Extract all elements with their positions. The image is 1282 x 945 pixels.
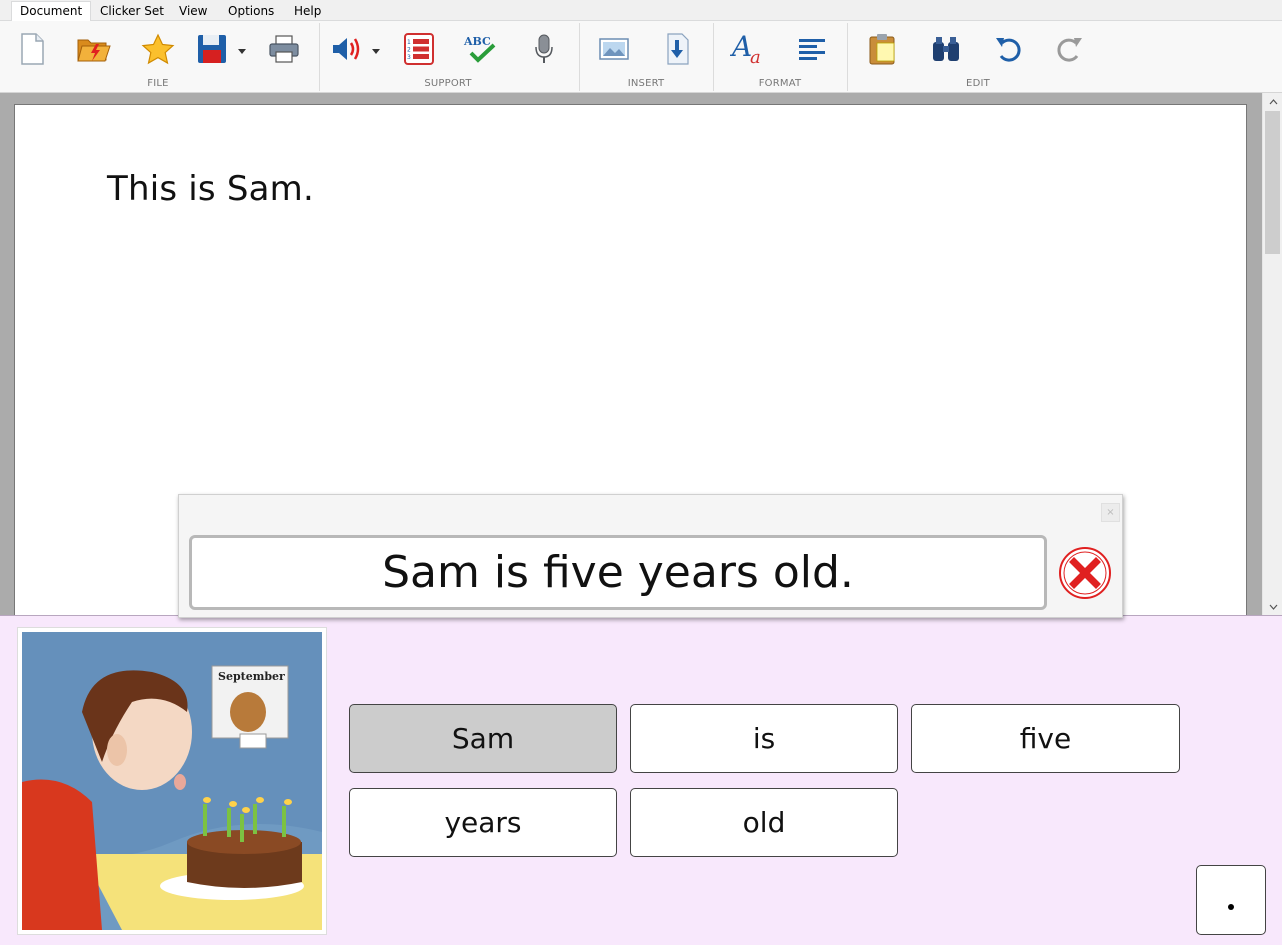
scroll-down-button[interactable] bbox=[1263, 598, 1282, 615]
save-disk-icon bbox=[198, 35, 226, 63]
insert-group-label: INSERT bbox=[627, 78, 665, 89]
clear-sentence-button[interactable] bbox=[1057, 545, 1113, 601]
open-button[interactable] bbox=[74, 29, 114, 69]
font-style-icon: A a bbox=[730, 32, 761, 66]
svg-text:September: September bbox=[218, 670, 285, 683]
support-group-label: SUPPORT bbox=[424, 78, 472, 89]
toolbar-ribbon: FILE 1 2 3 ABC SUPPORT INSERT A a FORMAT… bbox=[0, 21, 1282, 93]
insert-file-button[interactable] bbox=[658, 29, 698, 69]
document-text[interactable]: This is Sam. bbox=[107, 169, 314, 209]
full-stop-cell[interactable] bbox=[1196, 865, 1266, 935]
undo-icon bbox=[996, 38, 1021, 62]
file-group-label: FILE bbox=[147, 78, 169, 89]
group-divider bbox=[847, 23, 848, 91]
word-cell-old[interactable]: old bbox=[630, 788, 898, 857]
word-cell-is[interactable]: is bbox=[630, 704, 898, 773]
vertical-scrollbar[interactable] bbox=[1262, 93, 1282, 615]
group-divider bbox=[579, 23, 580, 91]
record-voice-button[interactable] bbox=[524, 29, 564, 69]
tab-options[interactable]: Options bbox=[220, 2, 282, 21]
speech-button[interactable] bbox=[326, 29, 366, 69]
svg-text:a: a bbox=[750, 47, 761, 66]
redo-icon bbox=[1057, 38, 1082, 62]
popup-close-button[interactable]: × bbox=[1101, 503, 1120, 522]
microphone-icon bbox=[535, 34, 553, 63]
numbered-list-icon: 1 2 3 bbox=[404, 33, 434, 65]
paste-button[interactable] bbox=[862, 29, 902, 69]
find-button[interactable] bbox=[926, 29, 966, 69]
scroll-down-arrow-icon bbox=[1269, 604, 1277, 610]
full-stop-dot-icon bbox=[1228, 904, 1234, 910]
boy-blowing-candles-illustration: September bbox=[22, 632, 322, 930]
undo-button[interactable] bbox=[988, 29, 1028, 69]
print-button[interactable] bbox=[264, 29, 304, 69]
tab-help[interactable]: Help bbox=[286, 2, 329, 21]
insert-picture-button[interactable] bbox=[594, 29, 634, 69]
group-divider bbox=[713, 23, 714, 91]
picture-icon bbox=[599, 38, 629, 60]
svg-text:ABC: ABC bbox=[463, 35, 491, 48]
format-group-label: FORMAT bbox=[758, 78, 802, 89]
save-dropdown-arrow-icon[interactable] bbox=[237, 47, 247, 55]
word-cell-five[interactable]: five bbox=[911, 704, 1180, 773]
scroll-up-arrow-icon bbox=[1269, 98, 1277, 104]
tab-document[interactable]: Document bbox=[11, 1, 92, 22]
font-button[interactable]: A a bbox=[728, 29, 768, 69]
printer-icon bbox=[269, 35, 299, 63]
spell-check-button[interactable]: ABC bbox=[460, 29, 500, 69]
clipboard-icon bbox=[869, 34, 895, 65]
star-icon bbox=[141, 33, 175, 65]
red-x-close-icon bbox=[1059, 547, 1111, 599]
folder-open-icon bbox=[77, 39, 111, 62]
insert-document-icon bbox=[667, 33, 689, 65]
clicker-grid-panel: September Sam is five years old bbox=[0, 615, 1282, 945]
sentence-display[interactable]: Sam is five years old. bbox=[189, 535, 1047, 610]
word-cell-sam[interactable]: Sam bbox=[349, 704, 617, 773]
menu-tab-bar: Document Clicker Set View Options Help bbox=[0, 0, 1282, 22]
scroll-up-button[interactable] bbox=[1263, 93, 1282, 110]
svg-text:A: A bbox=[730, 32, 752, 63]
svg-text:2: 2 bbox=[407, 47, 411, 54]
align-left-icon bbox=[799, 39, 825, 60]
new-document-icon bbox=[21, 33, 44, 65]
group-divider bbox=[319, 23, 320, 91]
tab-view[interactable]: View bbox=[171, 2, 215, 21]
predictor-button[interactable]: 1 2 3 bbox=[398, 29, 438, 69]
speech-dropdown-arrow-icon[interactable] bbox=[371, 47, 381, 55]
tab-clicker-set[interactable]: Clicker Set bbox=[92, 2, 172, 21]
word-cell-years[interactable]: years bbox=[349, 788, 617, 857]
favourites-button[interactable] bbox=[138, 29, 178, 69]
align-button[interactable] bbox=[792, 29, 832, 69]
sentence-popup: × Sam is five years old. bbox=[178, 494, 1123, 618]
redo-button[interactable] bbox=[1050, 29, 1090, 69]
binoculars-icon bbox=[933, 37, 959, 61]
svg-text:1: 1 bbox=[407, 39, 411, 46]
clicker-app-window: Document Clicker Set View Options Help F… bbox=[0, 0, 1282, 945]
svg-text:3: 3 bbox=[407, 54, 411, 61]
save-button[interactable] bbox=[192, 29, 232, 69]
spell-check-icon: ABC bbox=[463, 35, 496, 63]
new-document-button[interactable] bbox=[12, 29, 52, 69]
scroll-thumb[interactable] bbox=[1265, 111, 1280, 254]
scene-picture: September bbox=[17, 627, 327, 935]
speaker-icon bbox=[333, 38, 360, 60]
edit-group-label: EDIT bbox=[966, 78, 990, 89]
